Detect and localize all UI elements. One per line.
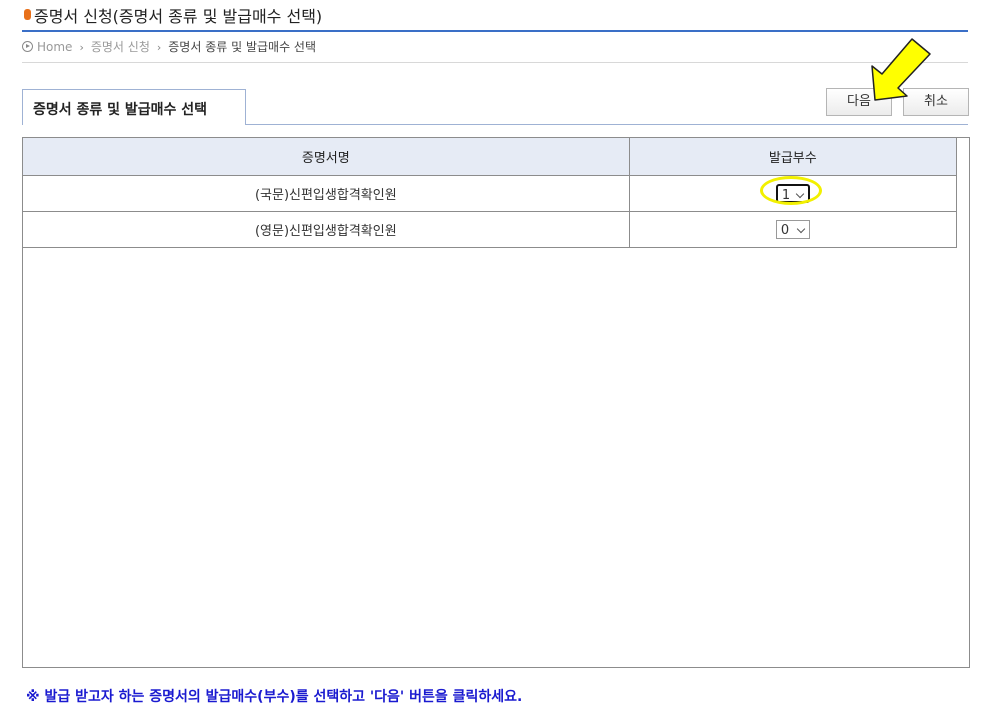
home-circle-icon bbox=[22, 41, 33, 52]
copies-cell: 1 bbox=[629, 175, 958, 212]
table-row: (국문)신편입생합격확인원 1 bbox=[23, 175, 958, 212]
cancel-button[interactable]: 취소 bbox=[903, 88, 969, 116]
chevron-right-icon: › bbox=[156, 41, 162, 54]
copies-cell: 0 bbox=[629, 211, 958, 248]
copies-value: 0 bbox=[780, 223, 790, 238]
certificate-name-cell: (국문)신편입생합격확인원 bbox=[23, 175, 630, 212]
page-title: 증명서 신청(증명서 종류 및 발급매수 선택) bbox=[34, 7, 323, 26]
breadcrumb-home[interactable]: Home bbox=[37, 40, 72, 54]
title-bullet-icon bbox=[24, 9, 31, 20]
breadcrumb-current: 증명서 종류 및 발급매수 선택 bbox=[168, 40, 317, 54]
column-header-name: 증명서명 bbox=[23, 138, 630, 176]
next-button[interactable]: 다음 bbox=[826, 88, 892, 116]
chevron-down-icon bbox=[795, 189, 805, 199]
certificate-grid: 증명서명 발급부수 (국문)신편입생합격확인원 1 (영문)신편입생합격확인원 … bbox=[22, 137, 970, 668]
table-row: (영문)신편입생합격확인원 0 bbox=[23, 211, 958, 248]
instruction-notice: ※ 발급 받고자 하는 증명서의 발급매수(부수)를 선택하고 '다음' 버튼을… bbox=[26, 689, 523, 705]
copies-select[interactable]: 1 bbox=[775, 184, 810, 203]
breadcrumb-certificate-request[interactable]: 증명서 신청 bbox=[91, 40, 150, 54]
chevron-right-icon: › bbox=[79, 41, 84, 54]
copies-select[interactable]: 0 bbox=[775, 220, 810, 239]
certificate-name-cell: (영문)신편입생합격확인원 bbox=[23, 211, 630, 248]
table-header-row: 증명서명 발급부수 bbox=[23, 138, 958, 176]
tab-certificate-select[interactable]: 증명서 종류 및 발급매수 선택 bbox=[22, 89, 246, 125]
column-header-copies: 발급부수 bbox=[629, 138, 958, 176]
tab-label: 증명서 종류 및 발급매수 선택 bbox=[33, 102, 208, 118]
page-header: 증명서 신청(증명서 종류 및 발급매수 선택) bbox=[22, 0, 968, 32]
chevron-down-icon bbox=[796, 224, 806, 234]
copies-value: 1 bbox=[781, 188, 791, 203]
breadcrumb: Home › 증명서 신청 › 증명서 종류 및 발급매수 선택 bbox=[22, 38, 968, 63]
certificate-table: 증명서명 발급부수 (국문)신편입생합격확인원 1 (영문)신편입생합격확인원 … bbox=[23, 138, 958, 248]
